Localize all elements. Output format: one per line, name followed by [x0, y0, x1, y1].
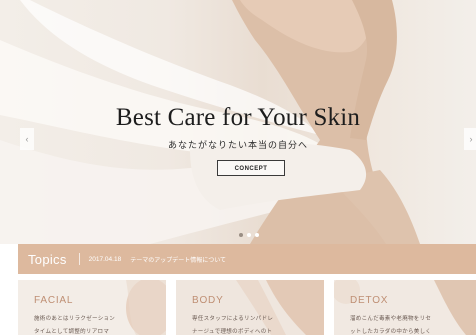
card-description: 専任スタッフによるリンパドレ — [192, 316, 274, 322]
card-description: 溜めこんだ毒素や老廃物をリセ — [350, 316, 432, 322]
card-description: ナージュで理想のボディへのト — [192, 329, 273, 335]
hero-title: Best Care for Your Skin — [115, 104, 361, 131]
topics-date: 2017.04.18 — [88, 255, 122, 263]
service-card-facial[interactable]: FACIAL 施術のあとはリラクゼーション タイムとして調整的リアロマ — [18, 280, 166, 335]
card-description: タイムとして調整的リアロマ — [34, 329, 110, 335]
topics-link[interactable]: テーマのアップデート情報について — [130, 255, 226, 264]
hero-subtitle: あなたがなりたい本当の自分へ — [167, 141, 308, 151]
service-card-detox[interactable]: DETOX 溜めこんだ毒素や老廃物をリセ ットしたカラダの中から美しく — [334, 280, 476, 335]
card-title: FACIAL — [34, 295, 74, 306]
topics-divider — [78, 253, 80, 265]
topics-bar: Topics 2017.04.18 テーマのアップデート情報について — [18, 244, 476, 274]
service-card-body[interactable]: BODY 専任スタッフによるリンパドレ ナージュで理想のボディへのト — [176, 280, 324, 335]
slider-prev-arrow-icon[interactable]: ‹ — [20, 128, 34, 150]
slider-pagination — [239, 233, 259, 237]
slider-dot[interactable] — [255, 233, 259, 237]
card-title: DETOX — [350, 295, 389, 306]
card-title: BODY — [192, 295, 224, 306]
slider-next-arrow-icon[interactable]: › — [464, 128, 476, 150]
topics-label: Topics — [28, 251, 67, 267]
slider-dot[interactable] — [239, 233, 243, 237]
concept-button[interactable]: CONCEPT — [217, 160, 285, 176]
hero-slider: Best Care for Your Skin あなたがなりたい本当の自分へ C… — [0, 0, 476, 244]
card-description: 施術のあとはリラクゼーション — [34, 316, 116, 322]
slider-dot[interactable] — [247, 233, 251, 237]
card-description: ットしたカラダの中から美しく — [350, 329, 432, 335]
